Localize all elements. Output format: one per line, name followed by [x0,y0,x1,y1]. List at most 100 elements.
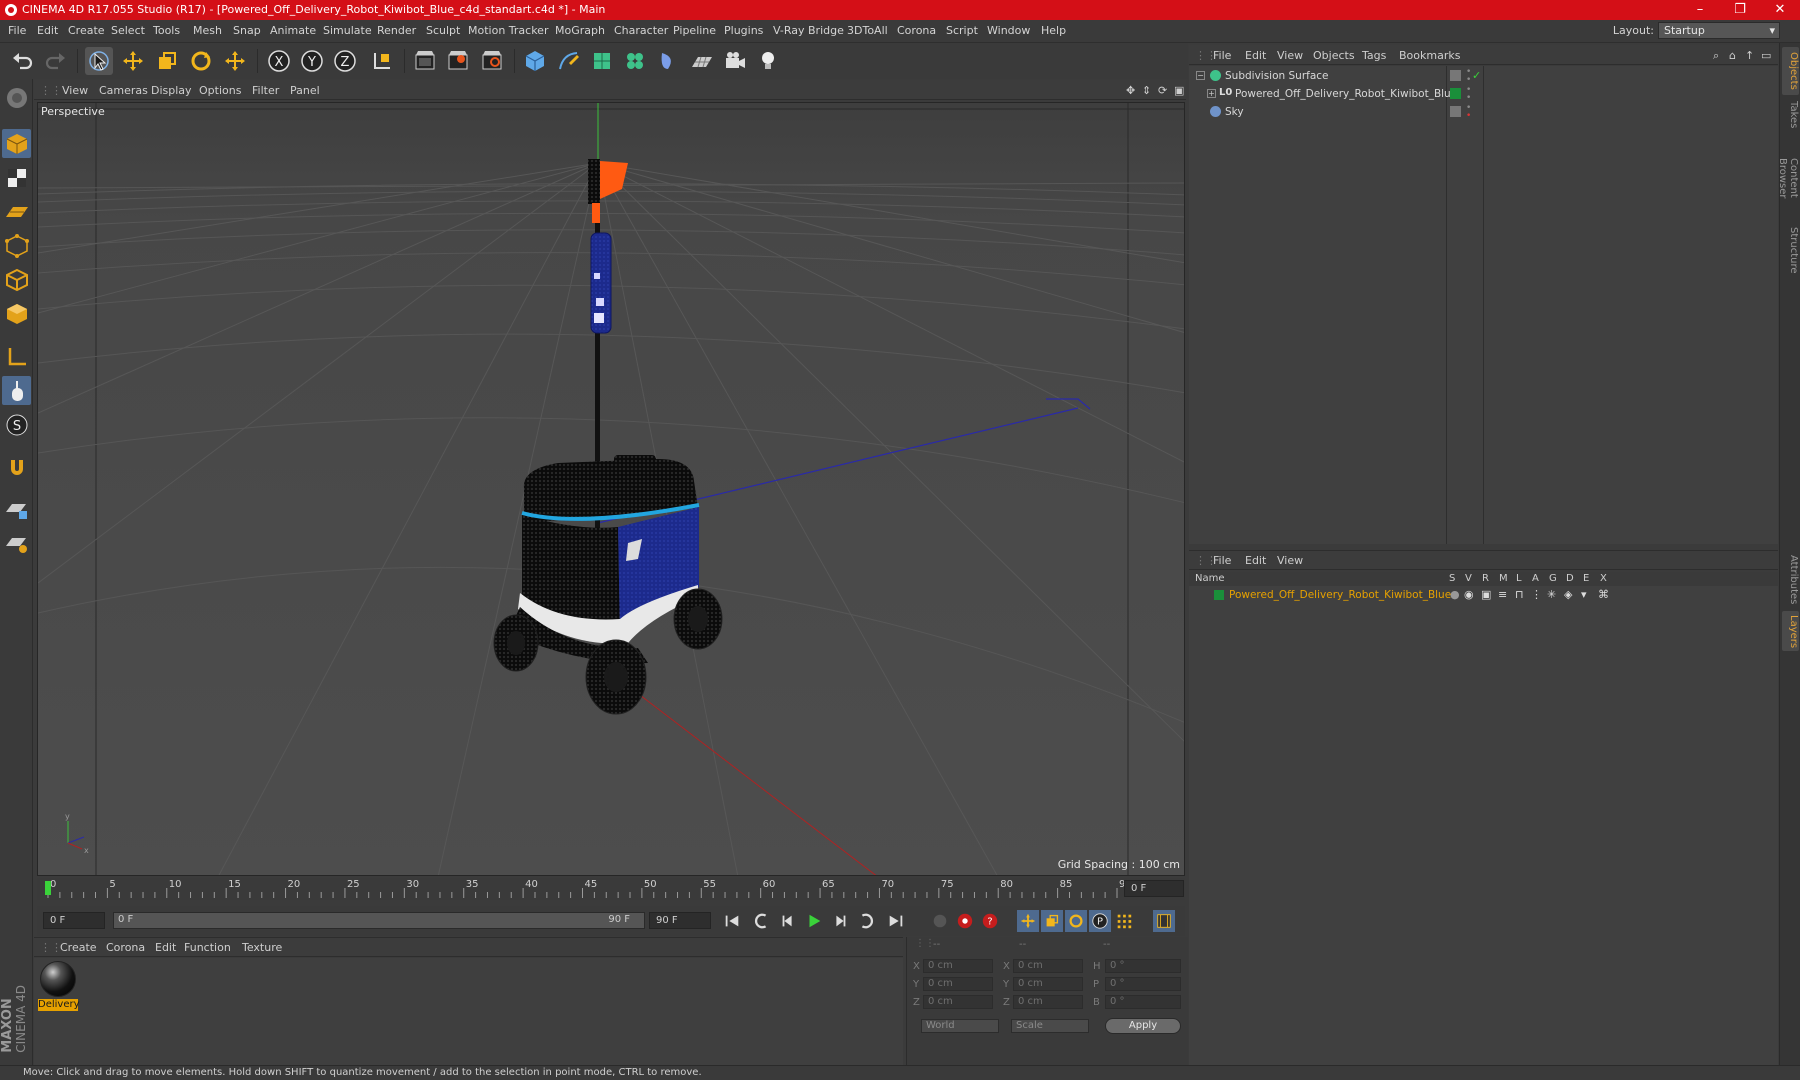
next-keyframe-icon[interactable] [855,910,877,932]
layer-manager-icon[interactable]: ≡ [1498,588,1507,601]
menu-sculpt[interactable]: Sculpt [426,24,460,37]
visibility-dots-icon[interactable]: • • [1466,68,1471,85]
planar-workplane-icon[interactable] [2,528,31,557]
object-search-icon[interactable]: ⌕ [1713,49,1719,63]
x-axis-lock-icon[interactable]: X [265,47,293,75]
cloner-icon[interactable] [621,47,649,75]
menu-simulate[interactable]: Simulate [323,24,372,37]
deformer-icon[interactable] [654,47,682,75]
scale-tool-icon[interactable] [153,47,181,75]
goto-start-icon[interactable] [721,910,743,932]
apply-button[interactable]: Apply [1105,1018,1181,1034]
render-settings-icon[interactable] [478,47,506,75]
minimize-button[interactable]: – [1680,0,1720,20]
tab-objects[interactable]: Objects [1782,47,1799,95]
play-icon[interactable] [803,910,825,932]
maximize-button[interactable]: ❐ [1720,0,1760,20]
object-row-robot[interactable]: + L0 Powered_Off_Delivery_Robot_Kiwibot_… [1189,85,1778,103]
visibility-dots-icon[interactable]: • • [1466,86,1471,103]
coord-rot-p-field[interactable]: 0 ° [1105,977,1181,991]
layer-solo-icon[interactable]: ● [1450,588,1460,601]
viewport-menu-options[interactable]: Options [199,84,241,97]
axis-mode-icon[interactable] [2,342,31,371]
prev-frame-icon[interactable] [777,910,799,932]
object-home-icon[interactable]: ⌂ [1729,49,1736,62]
menu-pipeline[interactable]: Pipeline [673,24,716,37]
coord-rot-h-field[interactable]: 0 ° [1105,959,1181,973]
3d-viewport[interactable]: y x Perspective Grid Spacing : 100 cm [37,102,1185,876]
y-axis-lock-icon[interactable]: Y [298,47,326,75]
material-menu-create[interactable]: Create [60,941,97,954]
redo-icon[interactable] [41,47,69,75]
object-menu-bookmarks[interactable]: Bookmarks [1399,49,1460,62]
coord-size-y-field[interactable]: 0 cm [1013,977,1083,991]
enabled-check-icon[interactable]: ✓ [1472,69,1481,82]
edges-mode-icon[interactable] [2,265,31,294]
layer-animation-icon[interactable]: ⋮ [1531,588,1542,601]
layer-color-swatch[interactable] [1214,590,1224,600]
viewport-move-icon[interactable]: ✥ [1126,84,1135,97]
layer-menu-edit[interactable]: Edit [1245,554,1266,567]
key-parameter-icon[interactable]: P [1089,910,1111,932]
viewport-menu-panel[interactable]: Panel [290,84,320,97]
playhead-marker[interactable] [45,881,51,895]
material-menu-edit[interactable]: Edit [155,941,176,954]
undo-icon[interactable] [9,47,37,75]
viewport-rotate-icon[interactable]: ⟳ [1158,84,1167,97]
coord-mode-select[interactable]: World [921,1019,999,1033]
material-preview-swatch[interactable] [40,961,76,997]
viewport-menu-view[interactable]: View [62,84,88,97]
subdivision-surface-icon[interactable] [588,47,616,75]
live-selection-icon[interactable] [85,47,113,75]
render-view-icon[interactable] [411,47,439,75]
layout-select[interactable]: Startup [1658,22,1780,39]
material-menu-texture[interactable]: Texture [242,941,282,954]
layer-expressions-icon[interactable]: ▾ [1581,588,1587,601]
camera-icon[interactable] [721,47,749,75]
coordinate-system-icon[interactable] [368,47,396,75]
material-menu-function[interactable]: Function [184,941,231,954]
viewport-maximize-icon[interactable]: ▣ [1174,84,1184,97]
render-picture-viewer-icon[interactable] [444,47,472,75]
object-name[interactable]: Sky [1225,106,1244,118]
collapse-icon[interactable]: − [1196,71,1205,80]
autokey-icon[interactable]: ? [979,910,1001,932]
transform-tool-icon[interactable] [221,47,249,75]
close-button[interactable]: ✕ [1760,0,1800,20]
layer-generators-icon[interactable]: ✳ [1547,588,1556,601]
object-menu-edit[interactable]: Edit [1245,49,1266,62]
expand-icon[interactable]: + [1207,89,1216,98]
menu-edit[interactable]: Edit [37,24,58,37]
object-row-subdivision-surface[interactable]: − Subdivision Surface • • ✓ [1189,67,1778,85]
start-frame-field[interactable]: 0 F [43,912,105,929]
layer-row[interactable]: Powered_Off_Delivery_Robot_Kiwibot_Blue … [1189,587,1778,603]
make-editable-icon[interactable] [2,83,31,112]
menu-render[interactable]: Render [377,24,416,37]
end-frame-field[interactable]: 90 F [649,912,711,929]
layer-view-icon[interactable]: ◉ [1464,588,1474,601]
tab-layers[interactable]: Layers [1782,611,1799,651]
viewport-zoom-icon[interactable]: ⇕ [1142,84,1151,97]
layer-lock-icon[interactable]: ⊓ [1515,588,1524,601]
menu-window[interactable]: Window [987,24,1030,37]
move-tool-icon[interactable] [119,47,147,75]
key-scale-icon[interactable] [1041,910,1063,932]
menu-file[interactable]: File [8,24,26,37]
menu-snap[interactable]: Snap [233,24,261,37]
material-menu-corona[interactable]: Corona [106,941,145,954]
workplane-mode-icon[interactable] [2,197,31,226]
object-menu-tags[interactable]: Tags [1362,49,1386,62]
tab-attributes[interactable]: Attributes [1782,551,1799,609]
menu-vray-bridge[interactable]: V-Ray Bridge [773,24,844,37]
magnet-icon[interactable] [2,453,31,482]
menu-script[interactable]: Script [946,24,978,37]
menu-help[interactable]: Help [1041,24,1066,37]
coord-scale-select[interactable]: Scale [1011,1019,1089,1033]
key-position-icon[interactable] [1017,910,1039,932]
object-menu-view[interactable]: View [1277,49,1303,62]
coord-pos-z-field[interactable]: 0 cm [923,995,993,1009]
coord-size-x-field[interactable]: 0 cm [1013,959,1083,973]
menu-animate[interactable]: Animate [270,24,316,37]
layer-menu-view[interactable]: View [1277,554,1303,567]
light-icon[interactable] [754,47,782,75]
